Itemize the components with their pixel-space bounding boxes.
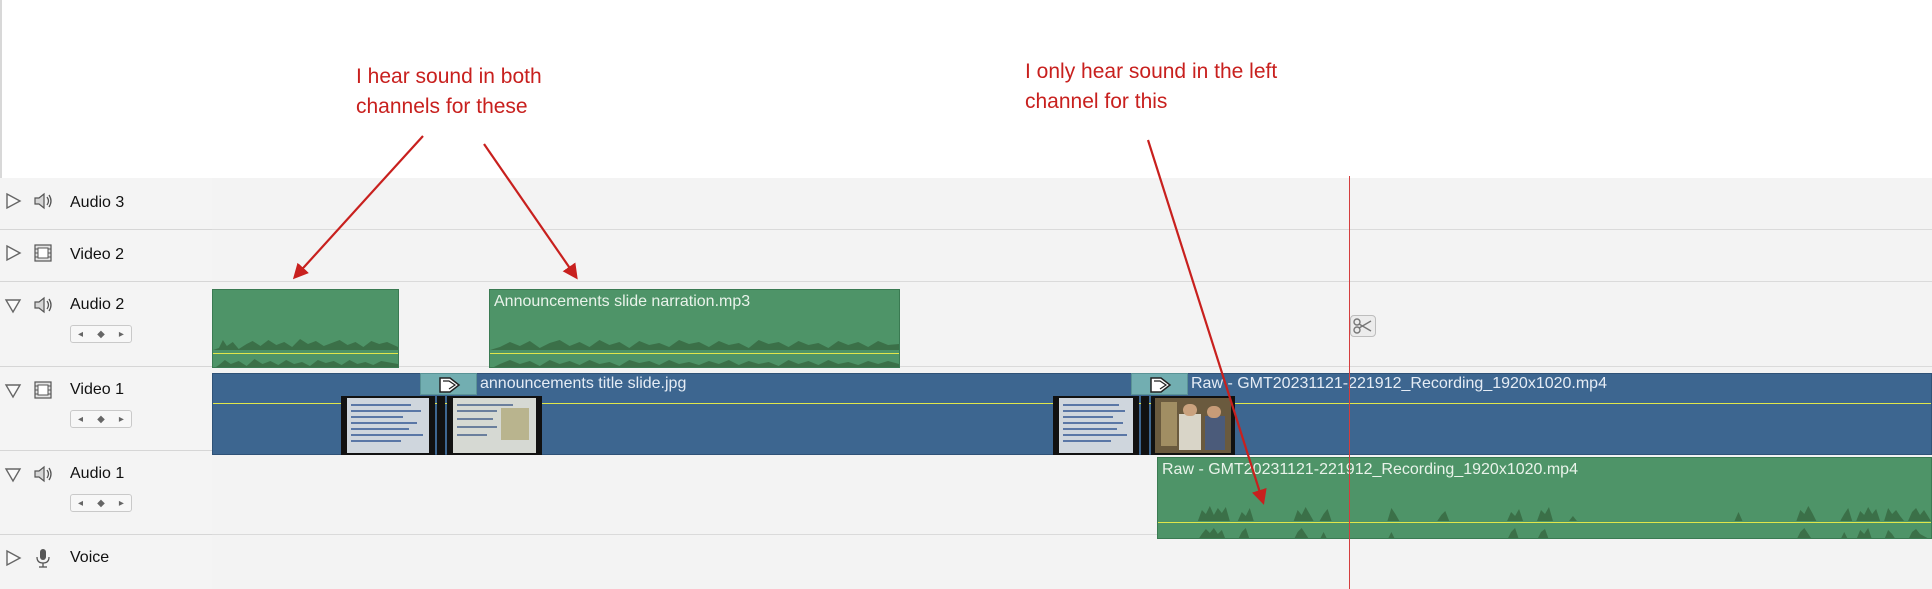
track-headers-panel: Audio 3 Video 2 Audio 2 ◂ ◆ ▸ Video 1 ◂ …	[0, 178, 212, 589]
waveform	[213, 339, 398, 367]
pan-control[interactable]: ◂ ◆ ▸	[70, 494, 132, 512]
transition-marker-2[interactable]	[1131, 373, 1188, 395]
track-header-video1[interactable]: Video 1 ◂ ◆ ▸	[0, 367, 212, 451]
triangle-right-icon[interactable]	[4, 549, 22, 567]
track-header-audio3[interactable]: Audio 3	[0, 178, 212, 230]
speaker-icon[interactable]	[32, 190, 54, 212]
triangle-down-icon[interactable]	[4, 381, 22, 399]
row-divider	[212, 366, 1932, 367]
speaker-icon[interactable]	[32, 294, 54, 316]
speaker-icon[interactable]	[32, 463, 54, 485]
transition-icon	[439, 377, 461, 393]
annotation-left-note: I hear sound in both channels for these	[356, 65, 542, 118]
track-name-video1: Video 1	[70, 381, 124, 398]
audio2-clip-untitled[interactable]	[212, 289, 399, 368]
video-thumbnail	[1053, 396, 1139, 455]
video1-clip-title-slide-label: announcements title slide.jpg	[480, 375, 687, 392]
microphone-icon[interactable]	[32, 547, 54, 569]
film-icon[interactable]	[32, 242, 54, 264]
clip-label: Announcements slide narration.mp3	[494, 293, 751, 310]
track-name-audio3: Audio 3	[70, 194, 125, 211]
audio1-clip-recording[interactable]: Raw - GMT20231121-221912_Recording_1920x…	[1157, 457, 1932, 539]
video1-clip-recording-label: Raw - GMT20231121-221912_Recording_1920x…	[1191, 375, 1607, 392]
row-divider	[212, 229, 1932, 230]
pan-left-icon[interactable]: ◂	[78, 329, 83, 340]
volume-line[interactable]	[213, 353, 398, 354]
row-divider	[212, 281, 1932, 282]
triangle-right-icon[interactable]	[4, 244, 22, 262]
volume-line[interactable]	[490, 353, 899, 354]
track-header-video2[interactable]: Video 2	[0, 230, 212, 282]
thumbnail-gap	[1141, 396, 1149, 455]
timeline-area[interactable]: Announcements slide narration.mp3 announ…	[212, 178, 1932, 589]
playhead[interactable]	[1349, 176, 1350, 589]
transition-marker-1[interactable]	[420, 373, 477, 395]
pan-center-icon[interactable]: ◆	[97, 414, 105, 425]
pan-right-icon[interactable]: ▸	[119, 329, 124, 340]
pan-left-icon[interactable]: ◂	[78, 414, 83, 425]
track-name-audio2: Audio 2	[70, 296, 125, 313]
waveform	[1197, 506, 1931, 538]
triangle-right-icon[interactable]	[4, 192, 22, 210]
pan-center-icon[interactable]: ◆	[97, 329, 105, 340]
waveform	[490, 340, 899, 367]
pan-center-icon[interactable]: ◆	[97, 498, 105, 509]
track-header-audio1[interactable]: Audio 1 ◂ ◆ ▸	[0, 451, 212, 535]
audio2-clip-narration[interactable]: Announcements slide narration.mp3	[489, 289, 900, 368]
track-name-audio1: Audio 1	[70, 465, 125, 482]
volume-line[interactable]	[1158, 522, 1931, 523]
video-thumbnail	[341, 396, 435, 455]
transition-icon	[1150, 377, 1172, 393]
pan-right-icon[interactable]: ▸	[119, 498, 124, 509]
track-header-voice[interactable]: Voice	[0, 535, 212, 589]
pan-right-icon[interactable]: ▸	[119, 414, 124, 425]
triangle-down-icon[interactable]	[4, 465, 22, 483]
video-thumbnail	[1151, 396, 1235, 455]
pan-control[interactable]: ◂ ◆ ▸	[70, 325, 132, 343]
video-thumbnail	[447, 396, 542, 455]
annotation-right-note: I only hear sound in the left channel fo…	[1025, 60, 1278, 113]
triangle-down-icon[interactable]	[4, 296, 22, 314]
thumbnail-gap	[437, 396, 445, 455]
pan-control[interactable]: ◂ ◆ ▸	[70, 410, 132, 428]
scissors-icon[interactable]	[1350, 315, 1376, 337]
pan-left-icon[interactable]: ◂	[78, 498, 83, 509]
film-icon[interactable]	[32, 379, 54, 401]
track-header-audio2[interactable]: Audio 2 ◂ ◆ ▸	[0, 282, 212, 367]
empty-canvas-area	[0, 0, 1932, 178]
timeline-editor: I hear sound in both channels for these …	[0, 0, 1932, 589]
clip-label: Raw - GMT20231121-221912_Recording_1920x…	[1162, 461, 1578, 478]
track-name-voice: Voice	[70, 549, 110, 566]
track-name-video2: Video 2	[70, 246, 124, 263]
